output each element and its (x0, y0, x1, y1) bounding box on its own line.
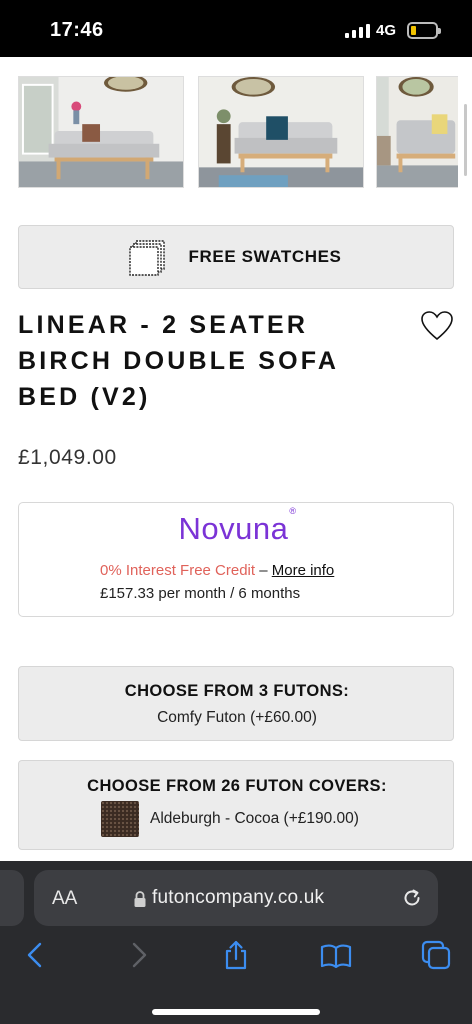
product-gallery[interactable] (18, 76, 458, 188)
battery-icon (407, 22, 441, 39)
reload-icon[interactable] (401, 887, 423, 909)
monthly-payment: £157.33 per month / 6 months (100, 585, 301, 602)
share-icon[interactable] (220, 939, 252, 971)
free-swatches-label: FREE SWATCHES (188, 247, 342, 266)
futon-selector[interactable]: CHOOSE FROM 3 FUTONS: Comfy Futon (+£60.… (18, 666, 454, 741)
cover-selector[interactable]: CHOOSE FROM 26 FUTON COVERS: Aldeburgh -… (18, 760, 454, 850)
bookmarks-icon[interactable] (320, 939, 352, 971)
status-bar: 17:46 4G (0, 0, 472, 57)
signal-icon (345, 24, 370, 38)
cover-swatch-image (101, 801, 139, 837)
previous-tab-preview[interactable] (0, 870, 24, 926)
product-page: 17:46 4G FREE SWATCHES LINEAR - 2 SEATER… (0, 0, 472, 1024)
forward-icon[interactable] (122, 939, 154, 971)
lock-icon (134, 891, 146, 907)
home-indicator (152, 1009, 320, 1015)
status-time: 17:46 (50, 19, 104, 41)
novuna-logo: Novuna® (178, 505, 297, 546)
heart-icon[interactable] (420, 310, 454, 342)
cover-selector-title: CHOOSE FROM 26 FUTON COVERS: (87, 777, 387, 795)
swatch-icon (129, 240, 165, 276)
credit-separator: – (255, 562, 272, 579)
gallery-image-1[interactable] (18, 76, 184, 188)
interest-free-text: 0% Interest Free Credit (100, 562, 256, 579)
address-bar[interactable]: AA futoncompany.co.uk (34, 870, 438, 926)
text-size-button[interactable]: AA (52, 888, 77, 910)
gallery-image-3[interactable] (376, 76, 458, 188)
browser-bottom-bar: AA futoncompany.co.uk (0, 861, 472, 1024)
cover-selected: Aldeburgh - Cocoa (+£190.00) (101, 801, 359, 837)
credit-line: 0% Interest Free Credit – More info (100, 562, 334, 579)
gallery-image-2[interactable] (198, 76, 364, 188)
futon-selected-value: Comfy Futon (+£60.00) (157, 709, 317, 726)
finance-box: Novuna® 0% Interest Free Credit – More i… (18, 502, 454, 617)
product-price: £1,049.00 (18, 446, 117, 469)
back-icon[interactable] (20, 939, 52, 971)
free-swatches-button[interactable]: FREE SWATCHES (18, 225, 454, 289)
scroll-indicator (464, 104, 467, 176)
network-label: 4G (376, 22, 397, 39)
tabs-icon[interactable] (420, 939, 452, 971)
cover-selected-value: Aldeburgh - Cocoa (+£190.00) (150, 810, 359, 827)
url-text: futoncompany.co.uk (152, 887, 325, 908)
more-info-link[interactable]: More info (272, 562, 335, 579)
futon-selector-title: CHOOSE FROM 3 FUTONS: (124, 682, 350, 700)
product-title: LINEAR - 2 SEATER BIRCH DOUBLE SOFA BED … (18, 311, 339, 411)
